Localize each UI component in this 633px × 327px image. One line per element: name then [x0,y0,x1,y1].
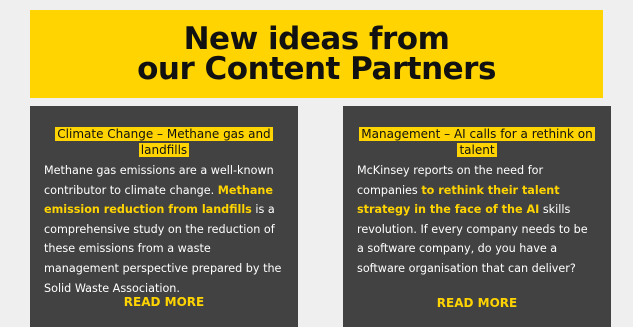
card-heading-link[interactable]: Climate Change – Methane gas and landfil… [55,127,273,157]
card-heading-link[interactable]: Management – AI calls for a rethink on t… [359,127,595,157]
banner-title: New ideas from our Content Partners [137,21,496,87]
card-body-text-end: is a comprehensive study on the reductio… [44,203,282,295]
banner-title-line-1: New ideas from [183,21,450,57]
read-more-link[interactable]: READ MORE [30,295,298,309]
card-body: McKinsey reports on the need for compani… [357,161,597,279]
header-banner: New ideas from our Content Partners [30,10,603,98]
banner-title-line-2: our Content Partners [137,51,496,87]
content-card-climate: Climate Change – Methane gas and landfil… [30,106,298,327]
card-body: Methane gas emissions are a well-known c… [44,161,284,298]
newsletter-section: New ideas from our Content Partners Clim… [0,0,633,327]
read-more-link[interactable]: READ MORE [343,296,611,310]
content-card-management: Management – AI calls for a rethink on t… [343,106,611,327]
card-heading[interactable]: Climate Change – Methane gas and landfil… [44,126,284,158]
card-heading[interactable]: Management – AI calls for a rethink on t… [357,126,597,158]
